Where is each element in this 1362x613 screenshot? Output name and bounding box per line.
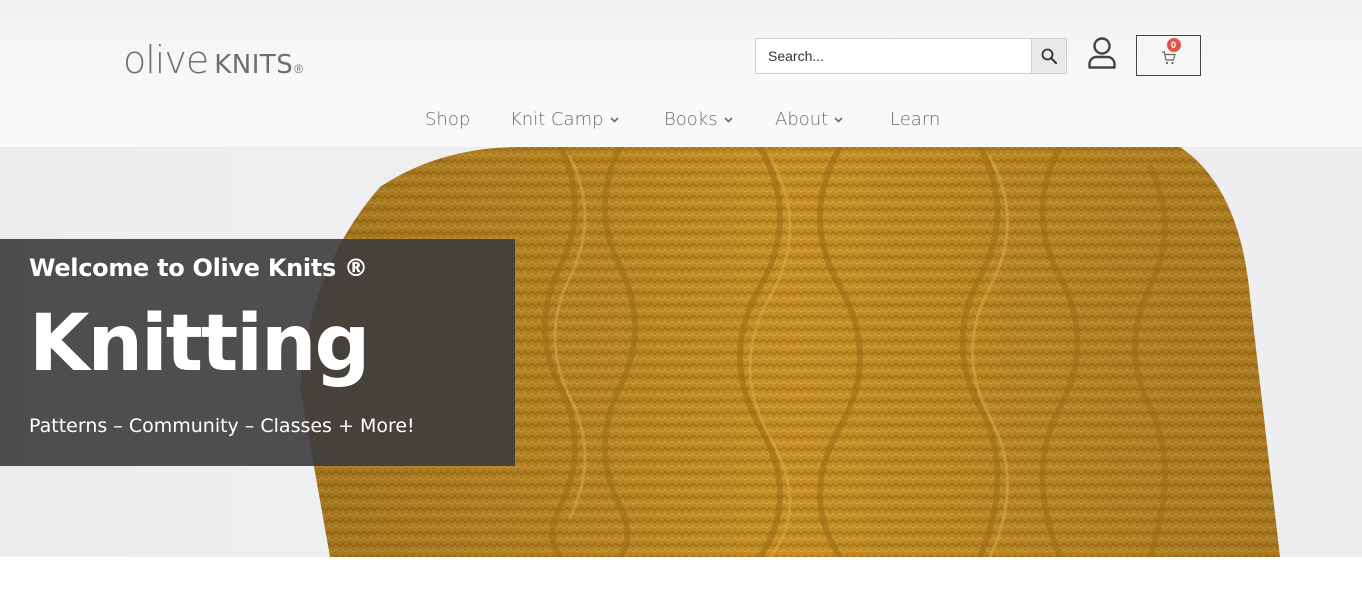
- hero-headline: Knitting: [29, 299, 370, 389]
- hero-banner: Welcome to Olive Knits ® Knitting Patter…: [0, 147, 1362, 557]
- nav-item-shop[interactable]: Shop: [425, 109, 470, 130]
- nav-item-books[interactable]: Books: [664, 109, 733, 130]
- nav-item-learn[interactable]: Learn: [890, 109, 940, 130]
- nav-item-label: Learn: [890, 109, 941, 130]
- search-button[interactable]: [1031, 39, 1066, 73]
- search-input[interactable]: [756, 39, 1031, 73]
- cart-count-badge: 0: [1166, 37, 1181, 52]
- site-header: olive KNITS ® 0 Shop: [0, 0, 1362, 147]
- chevron-down-icon: [609, 116, 619, 123]
- chevron-down-icon: [724, 116, 733, 123]
- hero-tagline: Patterns – Community – Classes + More!: [29, 415, 415, 437]
- logo-knits-text: KNITS: [214, 50, 294, 80]
- site-logo[interactable]: olive KNITS ®: [123, 38, 304, 82]
- logo-registered-mark: ®: [294, 62, 304, 76]
- main-nav: Shop Knit Camp Books About Learn: [404, 97, 959, 147]
- nav-item-knit-camp[interactable]: Knit Camp: [510, 109, 619, 130]
- cart-icon: [1161, 50, 1176, 64]
- nav-item-label: Books: [664, 109, 718, 130]
- nav-item-about[interactable]: About: [775, 109, 843, 130]
- nav-item-label: Knit Camp: [510, 109, 604, 130]
- account-button[interactable]: [1086, 36, 1118, 70]
- user-icon: [1088, 37, 1116, 69]
- nav-item-label: About: [775, 109, 829, 130]
- chevron-down-icon: [834, 116, 843, 123]
- search-icon: [1041, 48, 1057, 64]
- hero-welcome-text: Welcome to Olive Knits ®: [29, 254, 368, 282]
- logo-olive-text: olive: [123, 38, 209, 82]
- search-form: [755, 38, 1067, 74]
- nav-item-label: Shop: [425, 109, 471, 130]
- hero-text-panel: Welcome to Olive Knits ® Knitting Patter…: [0, 239, 515, 466]
- cart-button[interactable]: 0: [1136, 35, 1201, 76]
